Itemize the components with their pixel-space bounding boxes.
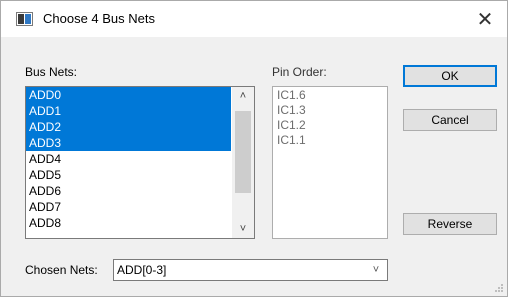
bus-net-item[interactable]: ADD5 [26, 167, 231, 183]
reverse-button[interactable]: Reverse [403, 213, 497, 235]
chosen-nets-combobox[interactable]: ADD[0-3] ˅ [113, 259, 388, 281]
pin-order-item[interactable]: IC1.1 [273, 133, 387, 148]
pin-order-item[interactable]: IC1.2 [273, 118, 387, 133]
bus-nets-scrollbar[interactable]: ˄ ˅ [232, 87, 254, 238]
ok-button[interactable]: OK [403, 65, 497, 87]
chosen-nets-label: Chosen Nets: [25, 263, 98, 277]
bus-net-item[interactable]: ADD1 [26, 103, 231, 119]
cancel-button[interactable]: Cancel [403, 109, 497, 131]
pin-order-item[interactable]: IC1.6 [273, 88, 387, 103]
close-icon: ✕ [476, 8, 494, 31]
resize-grip-icon[interactable] [494, 283, 504, 293]
bus-net-item[interactable]: ADD4 [26, 151, 231, 167]
bus-net-item[interactable]: ADD8 [26, 215, 231, 231]
title-bar[interactable]: Choose 4 Bus Nets ✕ [1, 1, 507, 37]
pin-order-listbox[interactable]: IC1.6 IC1.3 IC1.2 IC1.1 [272, 86, 388, 239]
bus-net-item[interactable]: ADD0 [26, 87, 231, 103]
chosen-nets-value: ADD[0-3] [117, 263, 167, 277]
bus-net-item[interactable]: ADD7 [26, 199, 231, 215]
window-title: Choose 4 Bus Nets [43, 11, 156, 26]
bus-nets-listbox[interactable]: ADD0 ADD1 ADD2 ADD3 ADD4 ADD5 ADD6 ADD7 ADD8 ˄ ˅ [25, 86, 255, 239]
bus-nets-items: ADD0 ADD1 ADD2 ADD3 ADD4 ADD5 ADD6 ADD7 ADD8 [26, 87, 231, 231]
bus-net-item[interactable]: ADD2 [26, 119, 231, 135]
chevron-up-icon: ˄ [239, 90, 247, 102]
pin-order-label: Pin Order: [272, 65, 327, 79]
bus-net-item[interactable]: ADD6 [26, 183, 231, 199]
scroll-up-button[interactable]: ˄ [232, 87, 254, 105]
pin-order-items: IC1.6 IC1.3 IC1.2 IC1.1 [273, 87, 387, 148]
pin-order-item[interactable]: IC1.3 [273, 103, 387, 118]
chevron-down-icon: ˅ [239, 223, 247, 235]
bus-nets-label: Bus Nets: [25, 65, 78, 79]
dialog-window: Choose 4 Bus Nets ✕ Bus Nets: Pin Order:… [0, 0, 508, 297]
chevron-down-icon[interactable]: ˅ [365, 260, 387, 280]
scroll-thumb[interactable] [235, 111, 251, 193]
app-icon [16, 12, 33, 26]
scroll-down-button[interactable]: ˅ [232, 220, 254, 238]
close-button[interactable]: ✕ [463, 1, 507, 37]
bus-net-item[interactable]: ADD3 [26, 135, 231, 151]
